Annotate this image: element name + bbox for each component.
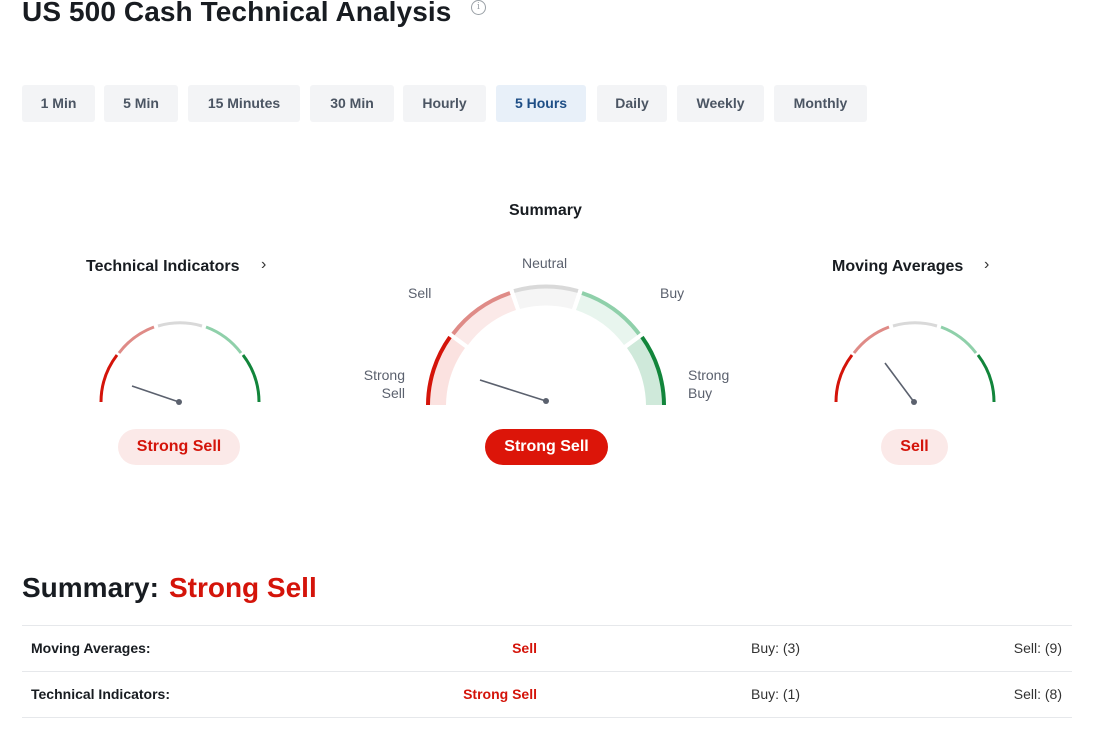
row-buy-count: Buy: (1) (750, 686, 800, 702)
wedge-sell (453, 293, 516, 345)
gauge-needle (884, 362, 915, 403)
tab-daily[interactable]: Daily (597, 85, 667, 122)
moving-averages-title[interactable]: Moving Averages (832, 258, 963, 276)
gauge-needle (131, 385, 180, 403)
chevron-right-icon[interactable]: › (261, 256, 266, 274)
table-row: Moving Averages: Sell Buy: (3) Sell: (9) (22, 625, 1072, 671)
tab-30-min[interactable]: 30 Min (310, 85, 394, 122)
tab-monthly[interactable]: Monthly (774, 85, 867, 122)
gauge-arc-neutral (892, 321, 938, 328)
gauge-arc-sell (852, 325, 890, 354)
tab-1-min[interactable]: 1 Min (22, 85, 95, 122)
scale-label-strong-buy-line2: Buy (688, 385, 713, 401)
technical-indicators-title[interactable]: Technical Indicators (86, 258, 240, 276)
row-signal: Strong Sell (463, 686, 537, 702)
row-sell-count: Sell: (9) (1013, 640, 1062, 656)
page-title: US 500 Cash Technical Analysis (22, 0, 452, 27)
tab-hourly[interactable]: Hourly (403, 85, 486, 122)
tab-5-hours[interactable]: 5 Hours (496, 85, 586, 122)
tab-15-minutes[interactable]: 15 Minutes (188, 85, 300, 122)
summary-verdict: Strong Sell (485, 429, 608, 465)
moving-averages-gauge (834, 321, 996, 405)
summary-gauge (426, 284, 666, 406)
info-icon[interactable]: i (471, 0, 486, 15)
scale-label-strong-buy: Strong Buy (688, 366, 729, 402)
chevron-right-icon[interactable]: › (984, 256, 989, 274)
summary-gauge-title: Summary (509, 202, 582, 219)
gauge-arc-strong-sell (834, 354, 854, 403)
gauge-pivot (911, 399, 917, 405)
scale-label-neutral: Neutral (522, 255, 568, 271)
gauge-arc-strong-buy (241, 354, 261, 403)
tab-5-min[interactable]: 5 Min (104, 85, 178, 122)
summary-label: Summary: (22, 572, 159, 603)
row-buy-count: Buy: (3) (750, 640, 800, 656)
gauge-arc-strong-buy (976, 354, 996, 403)
summary-table: Moving Averages: Sell Buy: (3) Sell: (9)… (22, 625, 1072, 718)
gauge-arc-buy (940, 325, 978, 354)
row-name: Moving Averages: (31, 640, 151, 656)
gauge-arc-sell (117, 325, 155, 354)
row-sell-count: Sell: (8) (1013, 686, 1062, 702)
summary-verdict-text: Strong Sell (168, 572, 317, 603)
gauge-needle (479, 379, 547, 402)
moving-averages-verdict: Sell (881, 429, 948, 465)
gauge-pivot (176, 399, 182, 405)
tab-weekly[interactable]: Weekly (677, 85, 764, 122)
gauge-arc-buy (205, 325, 243, 354)
technical-indicators-gauge (99, 321, 261, 405)
gauge-arc-neutral (157, 321, 203, 328)
scale-label-strong-sell-line1: Strong (363, 367, 405, 383)
scale-label-strong-sell: Strong Sell (355, 366, 405, 402)
scale-label-strong-buy-line1: Strong (688, 367, 730, 383)
row-name: Technical Indicators: (31, 686, 170, 702)
row-signal: Sell (512, 640, 537, 656)
gauge-arc-strong-sell (99, 354, 119, 403)
summary-heading: Summary: Strong Sell (22, 570, 317, 606)
scale-label-strong-sell-line2: Sell (381, 385, 405, 401)
wedge-buy (576, 293, 639, 345)
gauge-pivot (543, 398, 549, 404)
technical-indicators-verdict: Strong Sell (118, 429, 240, 465)
table-row: Technical Indicators: Strong Sell Buy: (… (22, 671, 1072, 718)
